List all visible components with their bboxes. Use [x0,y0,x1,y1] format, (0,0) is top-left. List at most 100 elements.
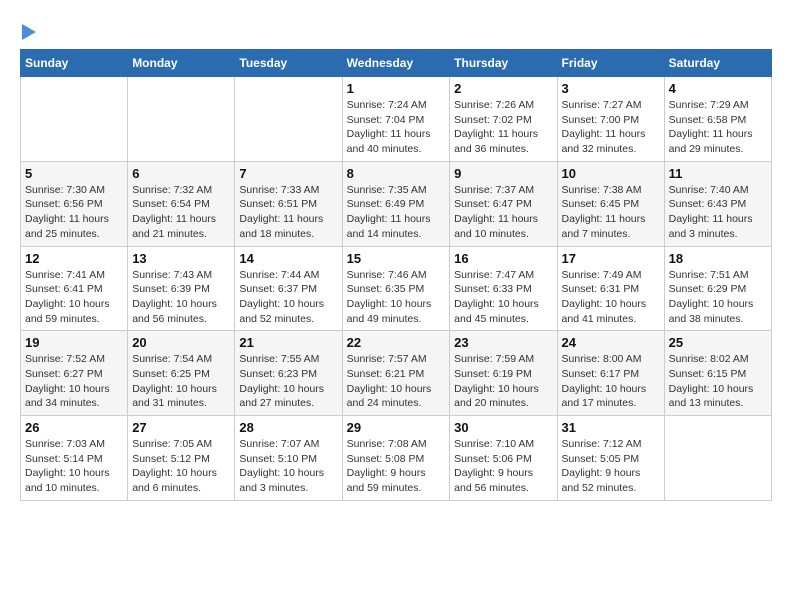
calendar-cell: 30 Sunrise: 7:10 AM Sunset: 5:06 PM Dayli… [450,416,557,501]
calendar-week-4: 19 Sunrise: 7:52 AM Sunset: 6:27 PM Dayli… [21,331,772,416]
day-number: 1 [347,81,446,96]
page-header [20,20,772,39]
calendar-cell [21,77,128,162]
calendar-cell: 3Sunrise: 7:27 AM Sunset: 7:00 PM Daylig… [557,77,664,162]
calendar-cell: 27 Sunrise: 7:05 AM Sunset: 5:12 PM Dayli… [128,416,235,501]
day-number: 13 [132,251,230,266]
day-info: Sunrise: 7:32 AM Sunset: 6:54 PM Dayligh… [132,183,230,242]
day-number: 19 [25,335,123,350]
day-number: 2 [454,81,552,96]
weekday-header-thursday: Thursday [450,50,557,77]
day-number: 21 [239,335,337,350]
day-info: Sunrise: 7:33 AM Sunset: 6:51 PM Dayligh… [239,183,337,242]
day-number: 30 [454,420,552,435]
day-number: 5 [25,166,123,181]
day-info: Sunrise: 7:24 AM Sunset: 7:04 PM Dayligh… [347,98,446,157]
day-number: 31 [562,420,660,435]
day-number: 18 [669,251,767,266]
calendar-cell: 2 Sunrise: 7:26 AM Sunset: 7:02 PM Daylig… [450,77,557,162]
calendar-cell: 16 Sunrise: 7:47 AM Sunset: 6:33 PM Dayli… [450,246,557,331]
day-number: 12 [25,251,123,266]
calendar-cell: 21Sunrise: 7:55 AM Sunset: 6:23 PM Dayli… [235,331,342,416]
calendar-week-5: 26 Sunrise: 7:03 AM Sunset: 5:14 PM Dayli… [21,416,772,501]
day-number: 17 [562,251,660,266]
weekday-header-tuesday: Tuesday [235,50,342,77]
day-number: 23 [454,335,552,350]
day-number: 8 [347,166,446,181]
day-number: 10 [562,166,660,181]
day-number: 24 [562,335,660,350]
day-info: Sunrise: 7:47 AM Sunset: 6:33 PM Dayligh… [454,268,552,327]
calendar-cell: 22 Sunrise: 7:57 AM Sunset: 6:21 PM Dayli… [342,331,450,416]
calendar-cell: 14Sunrise: 7:44 AM Sunset: 6:37 PM Dayli… [235,246,342,331]
day-info: Sunrise: 8:00 AM Sunset: 6:17 PM Dayligh… [562,352,660,411]
day-info: Sunrise: 7:49 AM Sunset: 6:31 PM Dayligh… [562,268,660,327]
calendar-cell: 9 Sunrise: 7:37 AM Sunset: 6:47 PM Daylig… [450,161,557,246]
day-number: 15 [347,251,446,266]
day-number: 26 [25,420,123,435]
logo [20,20,36,39]
day-number: 25 [669,335,767,350]
day-number: 27 [132,420,230,435]
day-info: Sunrise: 7:29 AM Sunset: 6:58 PM Dayligh… [669,98,767,157]
calendar-cell: 8 Sunrise: 7:35 AM Sunset: 6:49 PM Daylig… [342,161,450,246]
day-number: 22 [347,335,446,350]
day-info: Sunrise: 7:07 AM Sunset: 5:10 PM Dayligh… [239,437,337,496]
day-info: Sunrise: 7:46 AM Sunset: 6:35 PM Dayligh… [347,268,446,327]
day-info: Sunrise: 7:40 AM Sunset: 6:43 PM Dayligh… [669,183,767,242]
day-info: Sunrise: 7:52 AM Sunset: 6:27 PM Dayligh… [25,352,123,411]
calendar-cell [235,77,342,162]
logo-arrow-icon [22,24,36,40]
calendar-cell: 26 Sunrise: 7:03 AM Sunset: 5:14 PM Dayli… [21,416,128,501]
calendar-cell: 7 Sunrise: 7:33 AM Sunset: 6:51 PM Daylig… [235,161,342,246]
calendar-cell: 10Sunrise: 7:38 AM Sunset: 6:45 PM Dayli… [557,161,664,246]
day-number: 11 [669,166,767,181]
logo-line1 [20,20,36,43]
day-info: Sunrise: 7:35 AM Sunset: 6:49 PM Dayligh… [347,183,446,242]
day-number: 20 [132,335,230,350]
calendar-cell: 12 Sunrise: 7:41 AM Sunset: 6:41 PM Dayli… [21,246,128,331]
day-info: Sunrise: 7:30 AM Sunset: 6:56 PM Dayligh… [25,183,123,242]
calendar-cell: 24 Sunrise: 8:00 AM Sunset: 6:17 PM Dayli… [557,331,664,416]
calendar-cell: 5 Sunrise: 7:30 AM Sunset: 6:56 PM Daylig… [21,161,128,246]
calendar-header: SundayMondayTuesdayWednesdayThursdayFrid… [21,50,772,77]
weekday-header-sunday: Sunday [21,50,128,77]
day-info: Sunrise: 7:57 AM Sunset: 6:21 PM Dayligh… [347,352,446,411]
calendar-week-2: 5 Sunrise: 7:30 AM Sunset: 6:56 PM Daylig… [21,161,772,246]
calendar-cell: 23 Sunrise: 7:59 AM Sunset: 6:19 PM Dayli… [450,331,557,416]
day-info: Sunrise: 7:54 AM Sunset: 6:25 PM Dayligh… [132,352,230,411]
calendar-body: 1 Sunrise: 7:24 AM Sunset: 7:04 PM Daylig… [21,77,772,501]
day-info: Sunrise: 7:43 AM Sunset: 6:39 PM Dayligh… [132,268,230,327]
day-info: Sunrise: 7:26 AM Sunset: 7:02 PM Dayligh… [454,98,552,157]
calendar-cell [128,77,235,162]
day-info: Sunrise: 7:51 AM Sunset: 6:29 PM Dayligh… [669,268,767,327]
day-number: 9 [454,166,552,181]
weekday-header-wednesday: Wednesday [342,50,450,77]
day-info: Sunrise: 7:44 AM Sunset: 6:37 PM Dayligh… [239,268,337,327]
calendar-cell: 25Sunrise: 8:02 AM Sunset: 6:15 PM Dayli… [664,331,771,416]
weekday-header-saturday: Saturday [664,50,771,77]
day-info: Sunrise: 7:59 AM Sunset: 6:19 PM Dayligh… [454,352,552,411]
day-info: Sunrise: 7:05 AM Sunset: 5:12 PM Dayligh… [132,437,230,496]
weekday-header-friday: Friday [557,50,664,77]
calendar-cell: 28Sunrise: 7:07 AM Sunset: 5:10 PM Dayli… [235,416,342,501]
day-info: Sunrise: 7:12 AM Sunset: 5:05 PM Dayligh… [562,437,660,496]
day-number: 29 [347,420,446,435]
weekday-header-row: SundayMondayTuesdayWednesdayThursdayFrid… [21,50,772,77]
day-number: 7 [239,166,337,181]
calendar-cell: 6 Sunrise: 7:32 AM Sunset: 6:54 PM Daylig… [128,161,235,246]
calendar-cell: 4Sunrise: 7:29 AM Sunset: 6:58 PM Daylig… [664,77,771,162]
weekday-header-monday: Monday [128,50,235,77]
calendar-table: SundayMondayTuesdayWednesdayThursdayFrid… [20,49,772,501]
day-info: Sunrise: 7:37 AM Sunset: 6:47 PM Dayligh… [454,183,552,242]
day-info: Sunrise: 7:10 AM Sunset: 5:06 PM Dayligh… [454,437,552,496]
calendar-cell: 17 Sunrise: 7:49 AM Sunset: 6:31 PM Dayli… [557,246,664,331]
day-info: Sunrise: 7:03 AM Sunset: 5:14 PM Dayligh… [25,437,123,496]
day-number: 6 [132,166,230,181]
calendar-cell: 19 Sunrise: 7:52 AM Sunset: 6:27 PM Dayli… [21,331,128,416]
calendar-cell: 18 Sunrise: 7:51 AM Sunset: 6:29 PM Dayli… [664,246,771,331]
day-info: Sunrise: 7:41 AM Sunset: 6:41 PM Dayligh… [25,268,123,327]
calendar-cell: 11 Sunrise: 7:40 AM Sunset: 6:43 PM Dayli… [664,161,771,246]
day-number: 16 [454,251,552,266]
calendar-cell: 29Sunrise: 7:08 AM Sunset: 5:08 PM Dayli… [342,416,450,501]
